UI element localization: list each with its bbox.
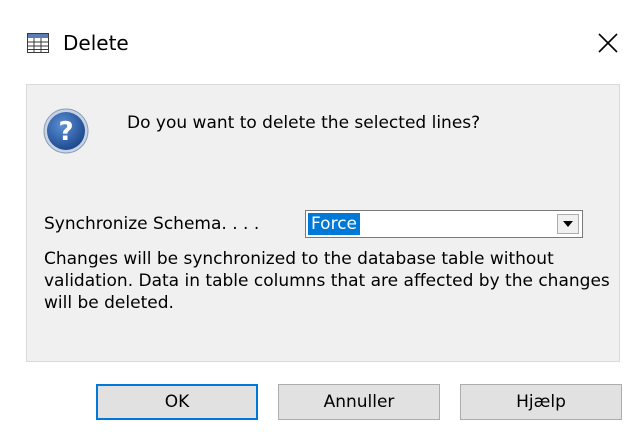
title-bar: Delete	[0, 0, 635, 84]
delete-dialog: Delete ? Do you want to delete the selec…	[0, 0, 635, 435]
help-button[interactable]: Hjælp	[460, 384, 622, 420]
dropdown-button[interactable]	[557, 214, 579, 234]
table-window-icon	[27, 33, 49, 53]
svg-text:?: ?	[58, 117, 73, 147]
dialog-title: Delete	[63, 31, 129, 55]
chevron-down-icon	[563, 221, 573, 227]
cancel-button[interactable]: Annuller	[278, 384, 440, 420]
sync-description: Changes will be synchronized to the data…	[44, 249, 610, 313]
close-button[interactable]	[592, 27, 624, 59]
ok-button[interactable]: OK	[96, 384, 258, 420]
sync-schema-value: Force	[308, 213, 360, 235]
close-icon	[598, 33, 618, 53]
sync-schema-select[interactable]: Force	[305, 210, 583, 238]
question-icon: ?	[42, 107, 90, 155]
sync-schema-label: Synchronize Schema. . . .	[44, 214, 260, 234]
confirmation-message: Do you want to delete the selected lines…	[127, 113, 481, 133]
dialog-content: ? Do you want to delete the selected lin…	[26, 84, 620, 362]
